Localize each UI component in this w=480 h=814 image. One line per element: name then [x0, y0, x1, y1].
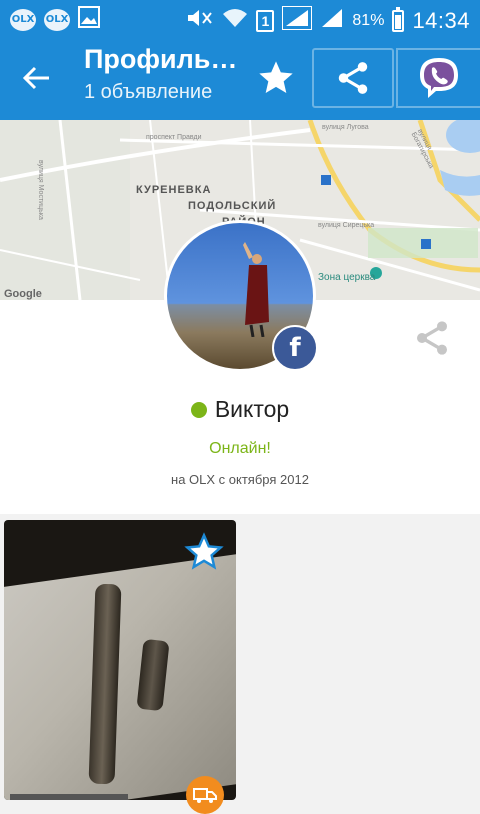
favorite-button[interactable]: [252, 50, 300, 106]
map-label-district: КУРЕНЕВКА: [136, 184, 212, 196]
back-arrow-icon: [22, 66, 49, 90]
star-icon: [259, 61, 293, 93]
olx-notification-icon-2: OLX: [44, 8, 70, 31]
listing-favorite-button[interactable]: [184, 532, 224, 572]
notification-icons: OLX OLX: [10, 6, 100, 33]
truck-icon: [193, 788, 217, 803]
back-button[interactable]: [8, 52, 64, 104]
gallery-icon: [78, 6, 100, 33]
share-button[interactable]: [312, 48, 394, 108]
battery-percentage: 81%: [352, 11, 385, 29]
profile-share-button[interactable]: [412, 318, 452, 358]
map-street-label-3: вулиця Мостицька: [37, 160, 44, 220]
signal-icon: [281, 5, 314, 35]
olx-notification-icon: OLX: [10, 8, 36, 31]
map-attribution: Google: [4, 288, 42, 300]
battery-icon: [392, 6, 405, 32]
app-bar: Профиль… 1 объявление: [0, 36, 480, 120]
facebook-badge-icon: f: [272, 325, 318, 371]
avatar-person-image: [243, 242, 269, 337]
viber-icon: [420, 58, 458, 98]
share-icon-grey: [417, 321, 447, 355]
page-title: Профиль…: [84, 44, 238, 74]
viber-button[interactable]: [396, 48, 480, 108]
signal-icon-2: [320, 7, 344, 34]
clock: 14:34: [412, 7, 470, 33]
sim-slot-indicator: 1: [256, 9, 275, 32]
map-street-label-2: вулиця Лугова: [322, 124, 369, 131]
share-icon: [338, 62, 368, 94]
online-indicator: [190, 401, 207, 418]
online-status: Онлайн!: [209, 440, 271, 457]
wifi-icon: [222, 7, 248, 34]
ads-count: 1 объявление: [84, 81, 213, 103]
map-street-label-4: вулиця Сирецька: [318, 222, 375, 229]
listing-price-bar: [10, 794, 128, 800]
map-label-district-2: ПОДОЛЬСКИЙ: [188, 200, 277, 212]
star-outline-icon: [184, 532, 224, 570]
user-name: Виктор: [214, 396, 290, 422]
mute-icon: [186, 7, 214, 34]
map-poi-label: Зона церква: [318, 272, 376, 283]
status-bar: OLX OLX 1 81% 14:34: [0, 0, 480, 36]
delivery-badge: [186, 776, 224, 814]
user-name-row: Виктор: [0, 396, 480, 423]
title-block: Профиль… 1 объявление: [84, 44, 254, 104]
member-since: на OLX с октября 2012: [171, 472, 309, 487]
map-street-label: проспект Правди: [146, 134, 202, 141]
system-status: 1 81% 14:34: [186, 5, 470, 35]
